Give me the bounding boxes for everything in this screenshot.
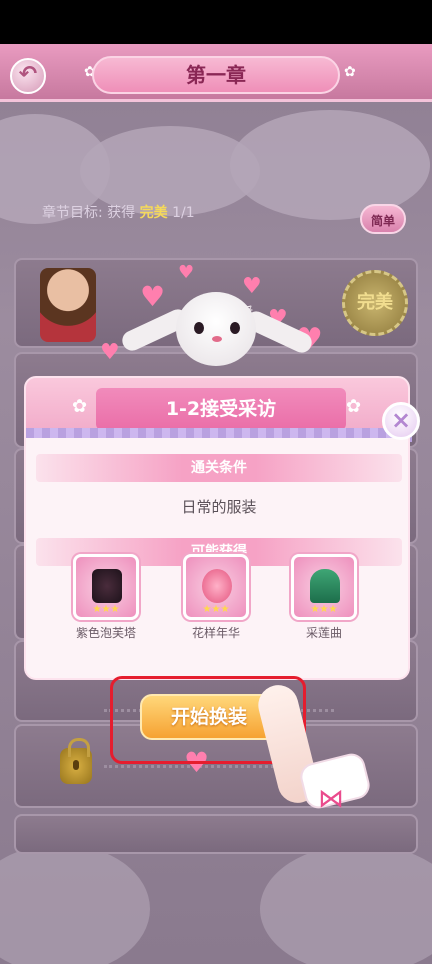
mascot-rabbit <box>176 292 256 366</box>
avatar <box>40 268 96 342</box>
flower-icon: ✿ <box>346 396 362 417</box>
chapter-goal-count: 1/1 <box>172 205 195 221</box>
flower-icon: ✿ <box>344 64 356 80</box>
difficulty-badge[interactable]: 简单 <box>360 204 406 234</box>
dialog-header: ✿ 1-2接受采访 ✿ <box>24 376 412 442</box>
clear-condition-text: 日常的服装 <box>181 498 257 516</box>
back-button[interactable]: ↶ <box>10 58 46 94</box>
black-shoes-icon <box>92 569 122 603</box>
bow-icon: ⋈ <box>318 784 344 814</box>
heart-icon: ♥ <box>178 262 195 283</box>
reward-item[interactable]: ★★★ 采莲曲 <box>288 554 360 641</box>
status-bar <box>0 0 432 44</box>
start-dress-up-button[interactable]: 开始换装 <box>140 694 278 740</box>
green-dress-icon <box>310 569 340 603</box>
chapter-goal: 章节目标: 获得 完美 1/1 <box>42 202 195 222</box>
heart-icon: ♥ <box>100 340 120 365</box>
level-dialog: ✿ 1-2接受采访 ✿ 通关条件 日常的服装 可能获得 ★★★ 紫色泡芙塔 ★★… <box>24 376 412 680</box>
cloud <box>0 844 150 964</box>
flower-icon: ✿ <box>72 396 88 417</box>
heart-icon: ♥ <box>242 274 262 299</box>
reward-name: 采莲曲 <box>305 626 342 640</box>
perfect-badge: 完美 <box>342 270 408 336</box>
reward-name: 花样年华 <box>191 626 240 640</box>
game-screen: ↶ ✿ 第一章 ✿ 章节目标: 获得 完美 1/1 简单 1-1 播 完美 ♥ … <box>0 44 432 964</box>
reward-frame: ★★★ <box>73 554 139 620</box>
reward-frame: ★★★ <box>291 554 357 620</box>
clear-condition-header: 通关条件 <box>36 454 402 482</box>
lock-icon <box>60 738 92 784</box>
level-card[interactable] <box>14 814 418 854</box>
reward-item[interactable]: ★★★ 紫色泡芙塔 <box>70 554 142 641</box>
cloud <box>230 110 430 220</box>
star-rating: ★★★ <box>310 604 338 615</box>
pink-scarf-icon <box>202 569 232 603</box>
cloud <box>260 844 432 964</box>
heart-icon: ♥ <box>140 280 166 313</box>
mascot-eye <box>230 322 240 334</box>
dialog-title: 1-2接受采访 <box>96 388 346 430</box>
chapter-goal-highlight: 完美 <box>139 205 168 221</box>
reward-frame: ★★★ <box>183 554 249 620</box>
reward-item[interactable]: ★★★ 花样年华 <box>180 554 252 641</box>
star-rating: ★★★ <box>202 604 230 615</box>
mascot-eye <box>194 322 204 334</box>
reward-name: 紫色泡芙塔 <box>75 626 136 640</box>
close-button[interactable]: × <box>382 402 420 440</box>
chapter-goal-prefix: 章节目标: 获得 <box>42 205 136 221</box>
page-title: 第一章 <box>92 56 340 94</box>
top-bar: ↶ ✿ 第一章 ✿ <box>0 44 432 102</box>
star-rating: ★★★ <box>92 604 120 615</box>
mascot-nose <box>212 336 222 342</box>
